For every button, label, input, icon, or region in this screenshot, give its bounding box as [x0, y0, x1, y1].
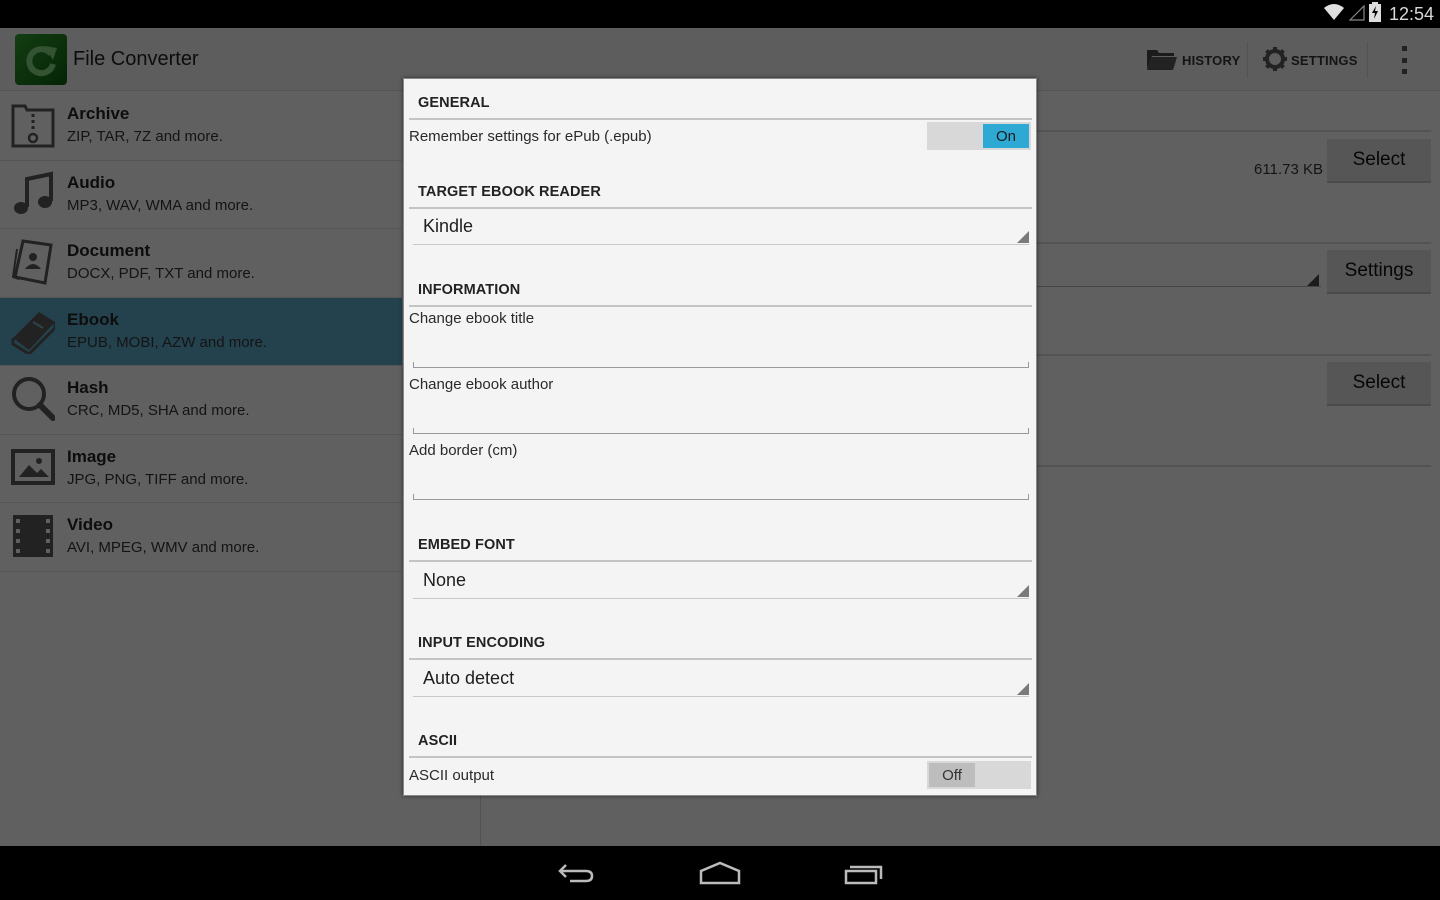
input-underline — [413, 494, 1029, 500]
spinner-value: Auto detect — [423, 668, 515, 688]
back-icon[interactable] — [554, 856, 598, 890]
input-underline — [413, 362, 1029, 368]
section-divider — [409, 756, 1032, 758]
spinner-underline — [413, 598, 1029, 599]
spinner-arrow-icon — [1017, 231, 1029, 243]
spinner-underline — [413, 696, 1029, 697]
target-reader-spinner[interactable]: Kindle — [413, 207, 1029, 245]
add-border-label: Add border (cm) — [409, 442, 518, 459]
section-header-input-encoding: INPUT ENCODING — [418, 635, 546, 651]
section-header-embed-font: EMBED FONT — [418, 537, 515, 553]
battery-charging-icon — [1368, 1, 1381, 27]
home-icon[interactable] — [698, 856, 742, 890]
spinner-value: None — [423, 570, 467, 590]
input-underline — [413, 428, 1029, 434]
add-border-input[interactable] — [413, 466, 1029, 496]
toggle-state: Off — [929, 763, 975, 787]
ebook-title-label: Change ebook title — [409, 310, 535, 327]
section-header-ascii: ASCII — [418, 733, 458, 749]
section-divider — [409, 305, 1032, 307]
ebook-settings-dialog: GENERAL Remember settings for ePub (.epu… — [403, 78, 1037, 796]
recent-apps-icon[interactable] — [842, 856, 886, 890]
navigation-bar — [0, 846, 1440, 900]
ascii-output-toggle[interactable]: Off — [927, 761, 1031, 789]
ebook-author-label: Change ebook author — [409, 376, 554, 393]
section-header-target-reader: TARGET EBOOK READER — [418, 184, 601, 200]
embed-font-spinner[interactable]: None — [413, 561, 1029, 599]
status-bar: 12:54 — [0, 0, 1440, 28]
spinner-arrow-icon — [1017, 683, 1029, 695]
section-divider — [409, 118, 1032, 120]
spinner-arrow-icon — [1017, 585, 1029, 597]
ebook-author-input[interactable] — [413, 400, 1029, 430]
cell-signal-icon — [1348, 3, 1365, 26]
wifi-icon — [1323, 3, 1345, 26]
status-time: 12:54 — [1388, 3, 1434, 24]
remember-settings-toggle[interactable]: On — [927, 122, 1031, 150]
remember-settings-label: Remember settings for ePub (.epub) — [409, 128, 652, 145]
spinner-underline — [413, 244, 1029, 245]
spinner-value: Kindle — [423, 216, 474, 236]
ascii-output-label: ASCII output — [409, 767, 495, 784]
ebook-title-input[interactable] — [413, 334, 1029, 364]
section-header-general: GENERAL — [418, 95, 490, 111]
toggle-state: On — [983, 124, 1029, 148]
input-encoding-spinner[interactable]: Auto detect — [413, 659, 1029, 697]
section-header-information: INFORMATION — [418, 282, 521, 298]
